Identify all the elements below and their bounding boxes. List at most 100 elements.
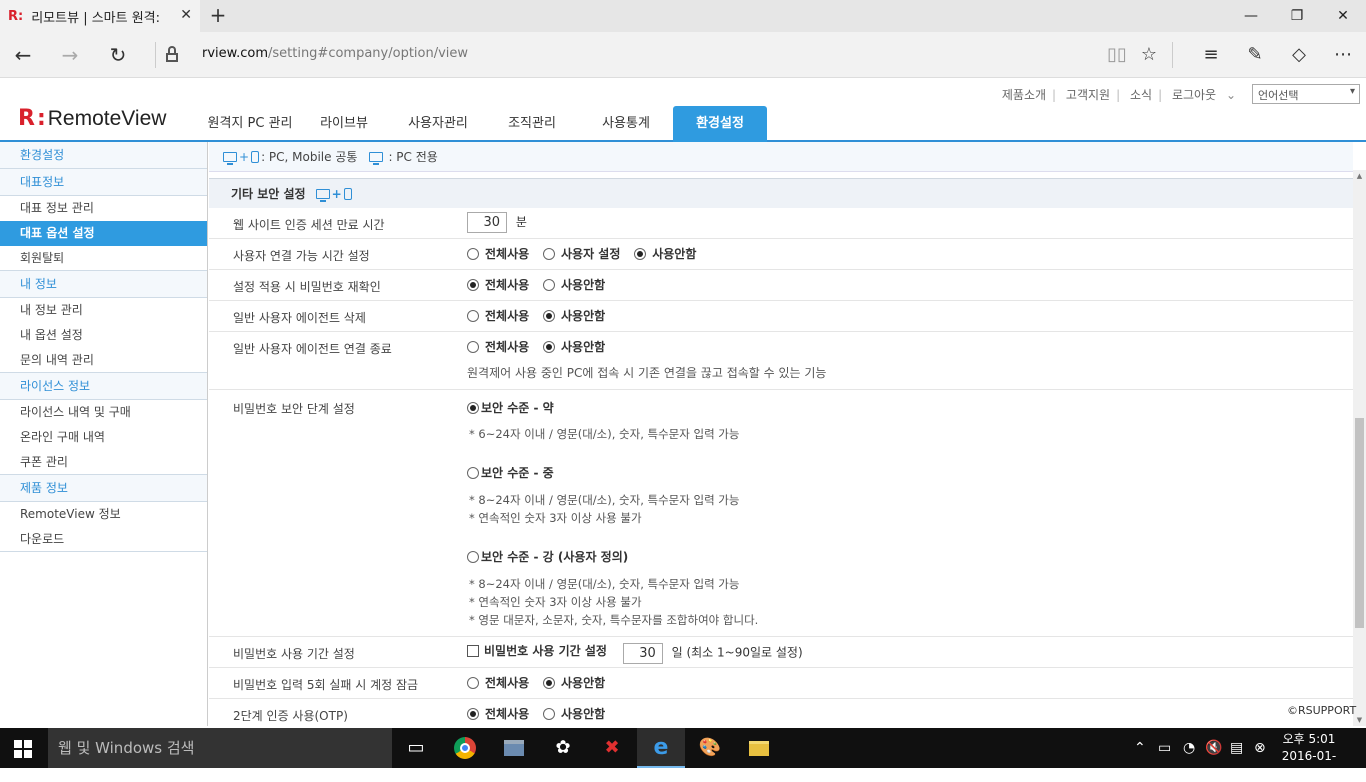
top-link-logout[interactable]: 로그아웃 (1172, 88, 1216, 102)
task-view-icon[interactable]: ▭ (392, 728, 440, 768)
nav-remote-pc[interactable]: 원격지 PC 관리 (203, 106, 297, 142)
hub-icon[interactable]: ≡ (1196, 40, 1226, 70)
app-x-icon[interactable]: ✖ (588, 728, 636, 768)
lock-icon (165, 46, 179, 62)
nav-org-mgmt[interactable]: 조직관리 (485, 106, 579, 142)
scroll-up-icon[interactable]: ▲ (1353, 170, 1366, 182)
sidebar-item-online-purchase[interactable]: 온라인 구매 내역 (0, 425, 207, 450)
radio-disconnect-all[interactable]: 전체사용 (467, 338, 529, 355)
unit-label: 분 (515, 215, 527, 229)
tab-close-icon[interactable]: ✕ (180, 7, 192, 23)
radio-delete-none[interactable]: 사용안함 (543, 307, 605, 324)
web-note-icon[interactable]: ✎ (1240, 40, 1270, 70)
language-select[interactable]: 언어선택 ▾ (1252, 84, 1360, 104)
sidebar-item-remoteview-info[interactable]: RemoteView 정보 (0, 502, 207, 527)
nav-settings[interactable]: 환경설정 (673, 106, 767, 142)
sidebar-item-inquiries[interactable]: 문의 내역 관리 (0, 348, 207, 373)
notification-icon[interactable]: ▤ (1230, 728, 1243, 768)
row-label: 설정 적용 시 비밀번호 재확인 (233, 280, 381, 294)
radio-delete-all[interactable]: 전체사용 (467, 307, 529, 324)
top-link-product[interactable]: 제품소개 (1002, 88, 1046, 102)
minimize-icon[interactable]: — (1228, 0, 1274, 32)
level-mid-note: * 연속적인 숫자 3자 이상 사용 불가 (469, 511, 642, 525)
taskbar-clock[interactable]: 오후 5:01 2016-01-27 (1278, 731, 1340, 782)
nav-liveview[interactable]: 라이브뷰 (297, 106, 391, 142)
sidebar-item-license-history[interactable]: 라이선스 내역 및 구매 (0, 400, 207, 425)
new-tab-icon[interactable]: + (206, 4, 230, 28)
nav-user-mgmt[interactable]: 사용자관리 (391, 106, 485, 142)
row-label: 사용자 연결 가능 시간 설정 (233, 249, 370, 263)
radio-otp-none[interactable]: 사용안함 (543, 705, 605, 722)
radio-level-mid[interactable]: 보안 수준 - 중 (467, 464, 1353, 481)
taskbar: 웹 및 Windows 검색 ▭ ✿ ✖ e 🎨 ⌃ ▭ ◔ 🔇 ▤ ⊗ 오후 … (0, 728, 1366, 780)
paint-palette-icon[interactable]: 🎨 (686, 728, 734, 768)
sidebar-item-withdraw[interactable]: 회원탈퇴 (0, 246, 207, 271)
level-high-note: * 영문 대문자, 소문자, 숫자, 특수문자를 조합하여야 합니다. (469, 613, 759, 627)
row-label: 2단계 인증 사용(OTP) (233, 709, 348, 723)
radio-otp-all[interactable]: 전체사용 (467, 705, 529, 722)
file-explorer-icon[interactable] (490, 728, 538, 768)
site-header: 제품소개 | 고객지원 | 소식 | 로그아웃 ⌄ 언어선택 ▾ R: RemoteVi… (0, 78, 1366, 142)
radio-connect-user[interactable]: 사용자 설정 (543, 245, 620, 262)
folder-icon[interactable] (735, 728, 783, 768)
pw-period-checkbox[interactable]: 비밀번호 사용 기간 설정 (467, 642, 607, 659)
paint-app-icon[interactable]: ✿ (539, 728, 587, 768)
chevron-down-icon[interactable]: ⌄ (1226, 88, 1236, 102)
legend-common-label: : PC, Mobile 공통 (261, 149, 358, 164)
favorite-star-icon[interactable]: ☆ (1134, 40, 1164, 70)
level-low-note: * 6~24자 이내 / 영문(대/소), 숫자, 특수문자 입력 가능 (469, 427, 740, 441)
chevron-up-icon[interactable]: ⌃ (1134, 728, 1146, 768)
radio-connect-all[interactable]: 전체사용 (467, 245, 529, 262)
radio-level-low[interactable]: 보안 수준 - 약 (467, 399, 1353, 416)
radio-lock-none[interactable]: 사용안함 (543, 674, 605, 691)
volume-icon[interactable]: 🔇 (1205, 728, 1222, 768)
pc-mobile-icon: + (223, 143, 260, 171)
windows-start-icon[interactable] (14, 740, 32, 758)
radio-connect-none[interactable]: 사용안함 (634, 245, 696, 262)
radio-recheck-all[interactable]: 전체사용 (467, 276, 529, 293)
share-icon[interactable]: ◇ (1284, 40, 1314, 70)
sidebar-item-my-info[interactable]: 내 정보 관리 (0, 298, 207, 323)
sidebar-group-product[interactable]: 제품 정보 (0, 475, 207, 502)
browser-titlebar: R: 리모트뷰 | 스마트 원격: ✕ + — ❐ ✕ (0, 0, 1366, 32)
row-session-timeout: 웹 사이트 인증 세션 만료 시간 30 분 (209, 208, 1353, 239)
top-link-news[interactable]: 소식 (1130, 88, 1152, 102)
radio-level-high[interactable]: 보안 수준 - 강 (사용자 정의) (467, 548, 1353, 565)
nav-stats[interactable]: 사용통계 (579, 106, 673, 142)
reading-view-icon[interactable]: ▯▯ (1102, 40, 1132, 70)
radio-disconnect-none[interactable]: 사용안함 (543, 338, 605, 355)
session-timeout-input[interactable]: 30 (467, 212, 507, 233)
sidebar-item-download[interactable]: 다운로드 (0, 527, 207, 552)
restore-icon[interactable]: ❐ (1274, 0, 1320, 32)
sidebar-top-title[interactable]: 환경설정 (0, 142, 207, 169)
sidebar-group-my-info[interactable]: 내 정보 (0, 271, 207, 298)
vertical-scrollbar[interactable]: ▲ ▼ (1353, 170, 1366, 726)
battery-icon[interactable]: ▭ (1158, 728, 1171, 768)
sidebar-item-company-info[interactable]: 대표 정보 관리 (0, 196, 207, 221)
pw-period-input[interactable]: 30 (622, 642, 663, 664)
chrome-icon[interactable] (441, 728, 489, 768)
sidebar-group-license[interactable]: 라이선스 정보 (0, 373, 207, 400)
taskbar-search-input[interactable]: 웹 및 Windows 검색 (48, 728, 392, 768)
edge-icon[interactable]: e (637, 728, 685, 768)
sidebar-item-coupons[interactable]: 쿠폰 관리 (0, 450, 207, 475)
sidebar-item-company-options[interactable]: 대표 옵션 설정 (0, 221, 207, 246)
more-icon[interactable]: ⋯ (1328, 40, 1358, 70)
site-logo[interactable]: R: RemoteView (18, 106, 166, 131)
ime-icon[interactable]: ⊗ (1254, 728, 1266, 768)
address-input[interactable]: rview.com/setting#company/option/view (202, 46, 468, 61)
scroll-thumb[interactable] (1355, 418, 1364, 628)
top-link-support[interactable]: 고객지원 (1066, 88, 1110, 102)
browser-tab[interactable]: R: 리모트뷰 | 스마트 원격: ✕ (0, 0, 200, 32)
row-pw-lock: 비밀번호 입력 5회 실패 시 계정 잠금 전체사용 사용안함 (209, 668, 1353, 699)
back-icon[interactable]: ← (8, 40, 38, 70)
wifi-icon[interactable]: ◔ (1183, 728, 1195, 768)
window-close-icon[interactable]: ✕ (1320, 0, 1366, 32)
sidebar-item-my-options[interactable]: 내 옵션 설정 (0, 323, 207, 348)
sidebar-group-company[interactable]: 대표정보 (0, 169, 207, 196)
radio-lock-all[interactable]: 전체사용 (467, 674, 529, 691)
forward-icon[interactable]: → (55, 40, 85, 70)
refresh-icon[interactable]: ↻ (103, 40, 133, 70)
row-otp: 2단계 인증 사용(OTP) 전체사용 사용안함 (209, 699, 1353, 726)
radio-recheck-none[interactable]: 사용안함 (543, 276, 605, 293)
